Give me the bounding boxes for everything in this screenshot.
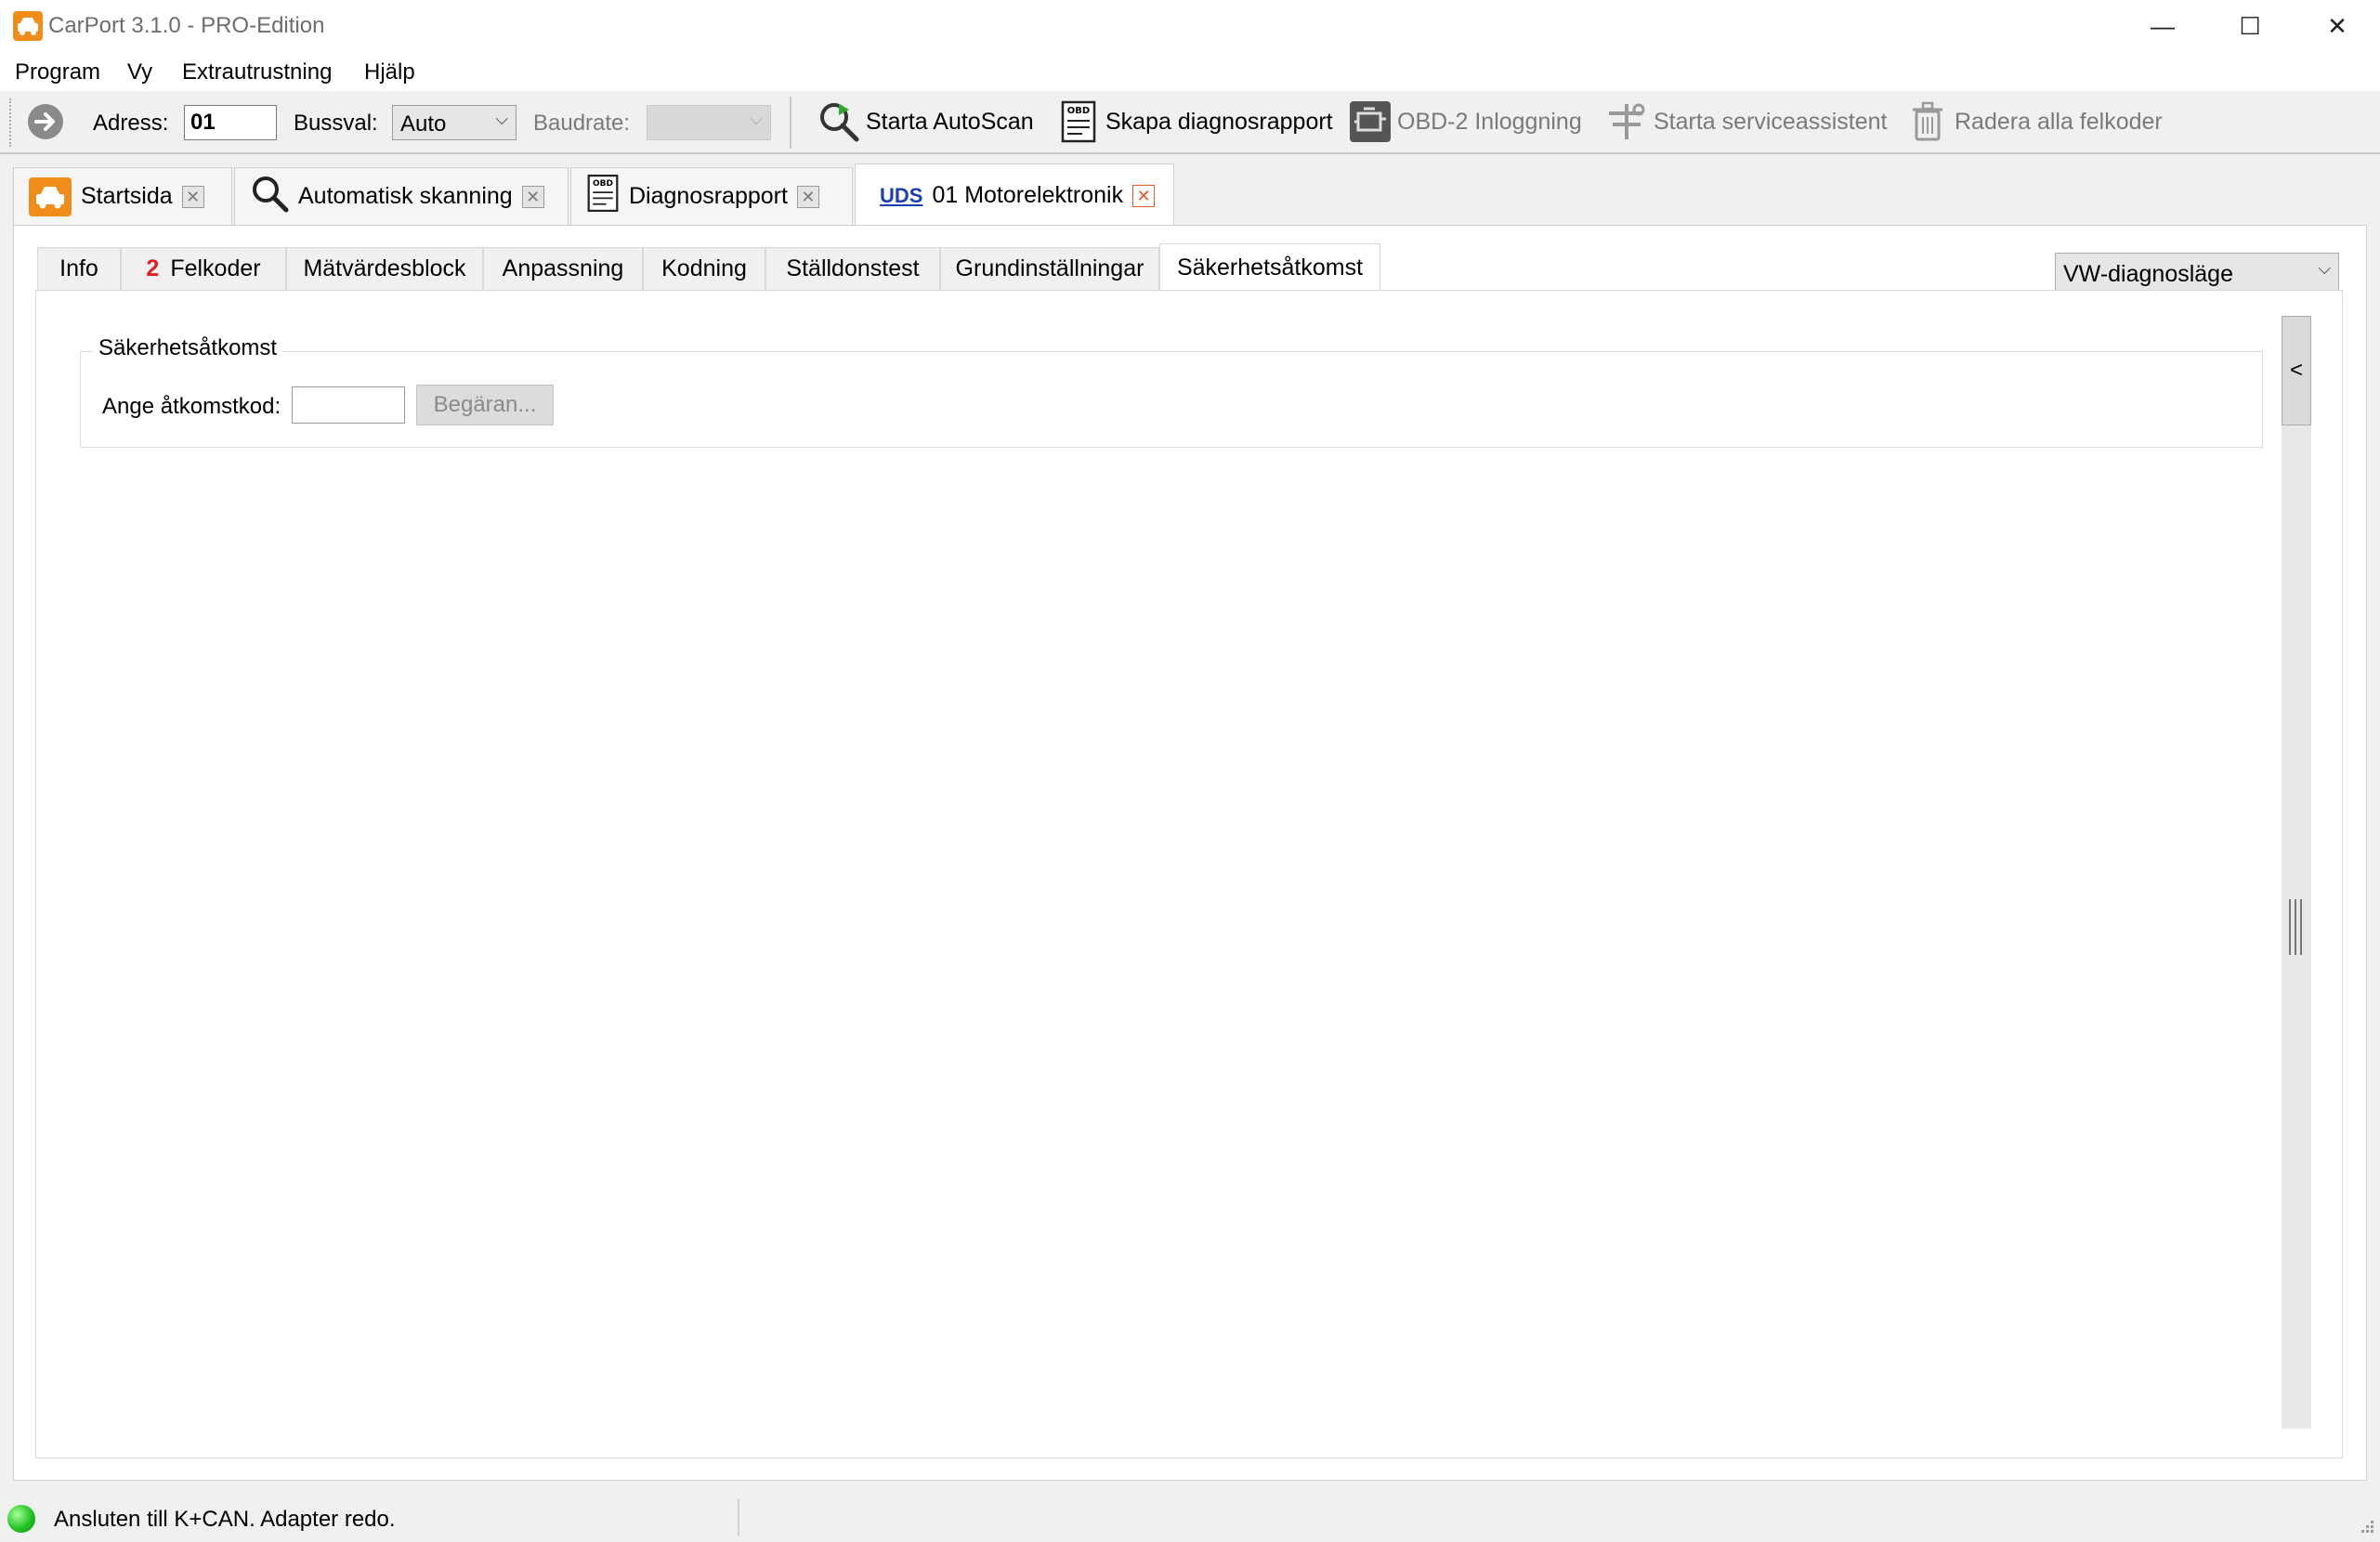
tab-automatic-scan-label: Automatisk skanning bbox=[298, 183, 513, 209]
tab-diagnostic-report[interactable]: OBD Diagnosrapport ✕ bbox=[570, 167, 853, 225]
car-app-icon bbox=[13, 11, 43, 41]
chevron-down-icon: ⌵ bbox=[750, 110, 763, 128]
obd2-login-label: OBD-2 Inloggning bbox=[1397, 108, 1582, 135]
address-input[interactable] bbox=[184, 105, 277, 140]
close-icon[interactable]: ✕ bbox=[796, 185, 819, 208]
close-icon[interactable]: ✕ bbox=[1132, 184, 1156, 207]
connection-status-led-icon bbox=[7, 1505, 35, 1533]
menu-accessories[interactable]: Extrautrustning bbox=[182, 59, 332, 85]
create-report-label: Skapa diagnosrapport bbox=[1105, 108, 1333, 135]
status-text: Ansluten till K+CAN. Adapter redo. bbox=[54, 1507, 396, 1532]
side-panel-track bbox=[2282, 316, 2311, 1429]
close-icon[interactable]: ✕ bbox=[181, 185, 204, 208]
tab-engine-electronics[interactable]: UDS 01 Motorelektronik ✕ bbox=[855, 163, 1174, 227]
splitter-grip-icon[interactable] bbox=[2287, 899, 2304, 955]
tab-actuator-test-label: Ställdonstest bbox=[786, 255, 920, 281]
svg-text:OBD: OBD bbox=[593, 179, 613, 189]
bus-label: Bussval: bbox=[294, 111, 378, 136]
bus-select[interactable]: Auto ⌵ bbox=[392, 105, 517, 140]
toolbar-separator bbox=[790, 97, 791, 149]
minimize-button[interactable]: — bbox=[2120, 0, 2205, 52]
menu-view[interactable]: Vy bbox=[127, 59, 152, 85]
tab-coding-label: Kodning bbox=[661, 255, 747, 281]
chevron-down-icon: ⌵ bbox=[495, 110, 508, 128]
bus-select-value: Auto bbox=[400, 111, 447, 137]
magnifier-play-icon bbox=[817, 100, 860, 143]
diagnostic-mode-value: VW-diagnosläge bbox=[2063, 261, 2233, 287]
tab-start[interactable]: Startsida ✕ bbox=[13, 167, 232, 225]
window-title: CarPort 3.1.0 - PRO-Edition bbox=[48, 13, 325, 38]
tab-info-label: Info bbox=[59, 255, 98, 281]
resize-grip-icon[interactable] bbox=[2356, 1516, 2374, 1535]
close-icon[interactable]: ✕ bbox=[521, 185, 544, 208]
chevron-down-icon: ⌵ bbox=[2318, 259, 2331, 278]
tab-fault-codes[interactable]: 2 Felkoder bbox=[121, 247, 286, 290]
tab-info[interactable]: Info bbox=[37, 247, 121, 290]
tab-adaptation-label: Anpassning bbox=[502, 255, 624, 281]
tab-actuator-test[interactable]: Ställdonstest bbox=[765, 247, 940, 290]
tab-basic-settings[interactable]: Grundinställningar bbox=[940, 247, 1159, 290]
search-icon bbox=[250, 174, 289, 219]
wrench-icon bbox=[1605, 100, 1648, 143]
collapse-side-panel-label: < bbox=[2289, 358, 2303, 383]
connect-arrow-icon[interactable] bbox=[24, 100, 67, 143]
trash-icon bbox=[1906, 100, 1949, 143]
start-autoscan-button[interactable]: Starta AutoScan bbox=[817, 100, 1034, 143]
collapse-side-panel-button[interactable]: < bbox=[2282, 316, 2311, 425]
tab-security-access[interactable]: Säkerhetsåtkomst bbox=[1159, 243, 1380, 292]
service-assistant-button[interactable]: Starta serviceassistent bbox=[1605, 100, 1888, 143]
access-code-label: Ange åtkomstkod: bbox=[102, 394, 281, 419]
obd2-login-button[interactable]: OBD-2 Inloggning bbox=[1349, 100, 1582, 143]
clear-faults-button[interactable]: Radera alla felkoder bbox=[1906, 100, 2163, 143]
fault-count-badge: 2 bbox=[146, 255, 160, 281]
car-icon bbox=[29, 176, 72, 216]
title-bar bbox=[0, 0, 2380, 52]
tab-diagnostic-report-label: Diagnosrapport bbox=[629, 183, 788, 209]
baudrate-label: Baudrate: bbox=[533, 111, 631, 136]
obd-report-icon: OBD bbox=[586, 174, 620, 219]
diagnostic-mode-select[interactable]: VW-diagnosläge ⌵ bbox=[2055, 253, 2339, 292]
address-label: Adress: bbox=[93, 111, 169, 136]
status-separator bbox=[738, 1499, 739, 1536]
maximize-button[interactable]: ☐ bbox=[2207, 0, 2293, 52]
security-groupbox bbox=[80, 351, 2263, 448]
menu-bar bbox=[0, 52, 2380, 91]
engine-icon bbox=[1349, 100, 1392, 143]
close-button[interactable]: ✕ bbox=[2295, 0, 2380, 52]
tab-measuring-blocks-label: Mätvärdesblock bbox=[303, 255, 466, 281]
tab-engine-electronics-label: 01 Motorelektronik bbox=[932, 182, 1124, 208]
tab-basic-settings-label: Grundinställningar bbox=[955, 255, 1144, 281]
tab-start-label: Startsida bbox=[81, 183, 173, 209]
uds-badge: UDS bbox=[880, 183, 923, 207]
toolbar-grip bbox=[9, 98, 17, 147]
clear-faults-label: Radera alla felkoder bbox=[1955, 108, 2163, 135]
baudrate-select[interactable]: ⌵ bbox=[647, 105, 771, 140]
start-autoscan-label: Starta AutoScan bbox=[866, 108, 1034, 135]
tab-automatic-scan[interactable]: Automatisk skanning ✕ bbox=[234, 167, 569, 225]
tab-adaptation[interactable]: Anpassning bbox=[483, 247, 643, 290]
service-assistant-label: Starta serviceassistent bbox=[1654, 108, 1888, 135]
obd-report-icon: OBD bbox=[1057, 100, 1100, 143]
security-group-title: Säkerhetsåtkomst bbox=[93, 335, 283, 361]
create-report-button[interactable]: OBD Skapa diagnosrapport bbox=[1057, 100, 1333, 143]
tab-fault-codes-label: Felkoder bbox=[170, 255, 261, 281]
menu-help[interactable]: Hjälp bbox=[364, 59, 415, 85]
svg-text:OBD: OBD bbox=[1067, 106, 1090, 116]
access-code-input[interactable] bbox=[292, 386, 405, 424]
tab-measuring-blocks[interactable]: Mätvärdesblock bbox=[286, 247, 483, 290]
security-panel bbox=[35, 290, 2343, 1458]
menu-program[interactable]: Program bbox=[15, 59, 100, 85]
tab-coding[interactable]: Kodning bbox=[643, 247, 765, 290]
request-button-label: Begäran... bbox=[433, 392, 537, 417]
tab-security-access-label: Säkerhetsåtkomst bbox=[1176, 255, 1364, 281]
request-button[interactable]: Begäran... bbox=[416, 385, 554, 425]
